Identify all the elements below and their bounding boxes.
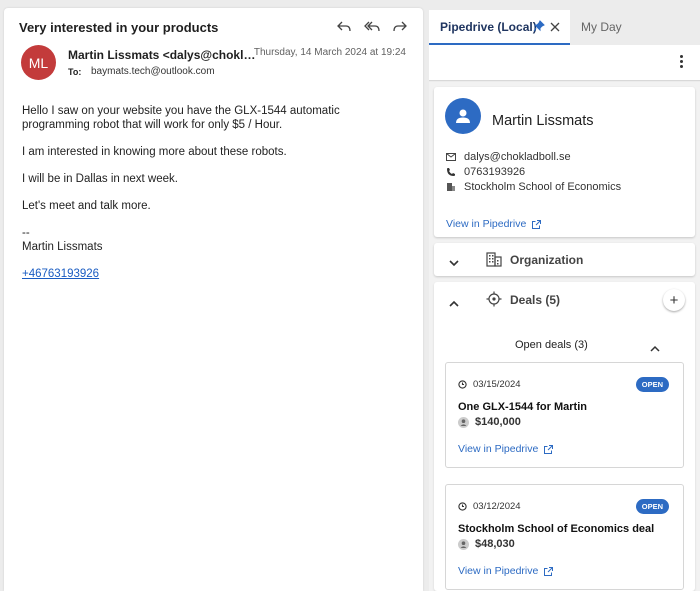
add-deal-button[interactable]: + (663, 289, 685, 311)
deal-card[interactable]: 03/15/2024 OPEN One GLX-1544 for Martin … (445, 362, 684, 468)
target-icon (486, 291, 502, 312)
person-icon (458, 416, 469, 428)
email-actions (335, 18, 409, 36)
external-link-icon (532, 219, 542, 229)
building-icon (447, 183, 455, 191)
person-phone-row: 0763193926 (446, 166, 525, 178)
body-paragraph: Hello I saw on your website you have the… (22, 105, 340, 131)
status-badge: OPEN (635, 499, 669, 514)
deal-value: $48,030 (475, 538, 515, 550)
tab-pipedrive[interactable]: Pipedrive (Local) (429, 10, 570, 45)
chevron-up-icon[interactable] (650, 339, 660, 357)
deal-date-row: 03/15/2024 (458, 379, 521, 390)
person-phone[interactable]: 0763193926 (464, 166, 525, 178)
view-deal-label: View in Pipedrive (458, 565, 539, 577)
signature: -- Martin Lissmats (22, 226, 402, 254)
reply-all-icon[interactable] (363, 18, 381, 36)
person-avatar-icon (445, 98, 481, 134)
pipedrive-panel: Martin Lissmats dalys@chokladboll.se 076… (429, 82, 700, 591)
chevron-down-icon[interactable] (449, 254, 459, 272)
external-link-icon (544, 444, 554, 454)
deal-date-row: 03/12/2024 (458, 501, 521, 512)
recipient-address[interactable]: baymats.tech@outlook.com (91, 66, 215, 77)
deal-date: 03/15/2024 (473, 379, 521, 390)
deal-date: 03/12/2024 (473, 501, 521, 512)
external-link-icon (544, 566, 554, 576)
status-badge: OPEN (635, 377, 669, 392)
deal-value-row: $48,030 (458, 538, 515, 550)
reply-icon[interactable] (335, 18, 353, 36)
tab-my-day[interactable]: My Day (581, 20, 622, 34)
mail-icon (446, 153, 456, 161)
person-email[interactable]: dalys@chokladboll.se (464, 151, 571, 163)
body-paragraph: I will be in Dallas in next week. (22, 173, 178, 185)
view-deal-label: View in Pipedrive (458, 443, 539, 455)
to-label: To: (68, 67, 82, 77)
phone-link[interactable]: +46763193926 (22, 268, 99, 280)
tab-label: Pipedrive (Local) (440, 19, 537, 34)
deal-title: Stockholm School of Economics deal (458, 523, 655, 535)
organization-icon (486, 252, 502, 272)
more-options-icon[interactable] (680, 55, 684, 68)
person-icon (458, 538, 469, 550)
signature-name: Martin Lissmats (22, 241, 103, 253)
view-deal-link[interactable]: View in Pipedrive (458, 565, 554, 577)
person-organization: Stockholm School of Economics (464, 181, 622, 193)
deals-section: Deals (5) + Open deals (3) 03/15/2024 OP… (434, 282, 695, 591)
phone-icon (447, 168, 455, 176)
close-icon[interactable] (550, 21, 560, 35)
chevron-up-icon[interactable] (449, 294, 459, 312)
sender-avatar: ML (21, 45, 56, 80)
forward-icon[interactable] (391, 18, 409, 36)
organization-section[interactable]: Organization (434, 243, 695, 276)
addin-toolbar (429, 45, 700, 81)
deal-title: One GLX-1544 for Martin (458, 401, 587, 413)
deals-label[interactable]: Deals (5) (510, 293, 560, 307)
deal-value: $140,000 (475, 416, 521, 428)
clock-icon (458, 502, 467, 511)
person-org-row: Stockholm School of Economics (446, 181, 621, 193)
email-date: Thursday, 14 March 2024 at 19:24 (253, 47, 406, 58)
email-pane: Very interested in your products ML Mart… (4, 8, 423, 591)
clock-icon (458, 380, 467, 389)
deal-card[interactable]: 03/12/2024 OPEN Stockholm School of Econ… (445, 484, 684, 590)
person-card: Martin Lissmats dalys@chokladboll.se 076… (434, 87, 695, 237)
pin-icon[interactable] (533, 20, 545, 35)
signature-dash: -- (22, 227, 30, 239)
deal-value-row: $140,000 (458, 416, 521, 428)
view-person-label: View in Pipedrive (446, 218, 527, 230)
person-email-row: dalys@chokladboll.se (446, 151, 571, 163)
view-person-link[interactable]: View in Pipedrive (446, 218, 542, 230)
organization-label: Organization (510, 253, 584, 267)
open-deals-label[interactable]: Open deals (3) (515, 339, 588, 351)
email-body: Hello I saw on your website you have the… (22, 104, 402, 281)
view-deal-link[interactable]: View in Pipedrive (458, 443, 554, 455)
body-paragraph: Let's meet and talk more. (22, 200, 151, 212)
email-subject: Very interested in your products (19, 20, 219, 35)
body-paragraph: I am interested in knowing more about th… (22, 146, 287, 158)
sender-name[interactable]: Martin Lissmats <dalys@chokladboll.se> (68, 48, 258, 62)
person-name: Martin Lissmats (492, 113, 594, 129)
